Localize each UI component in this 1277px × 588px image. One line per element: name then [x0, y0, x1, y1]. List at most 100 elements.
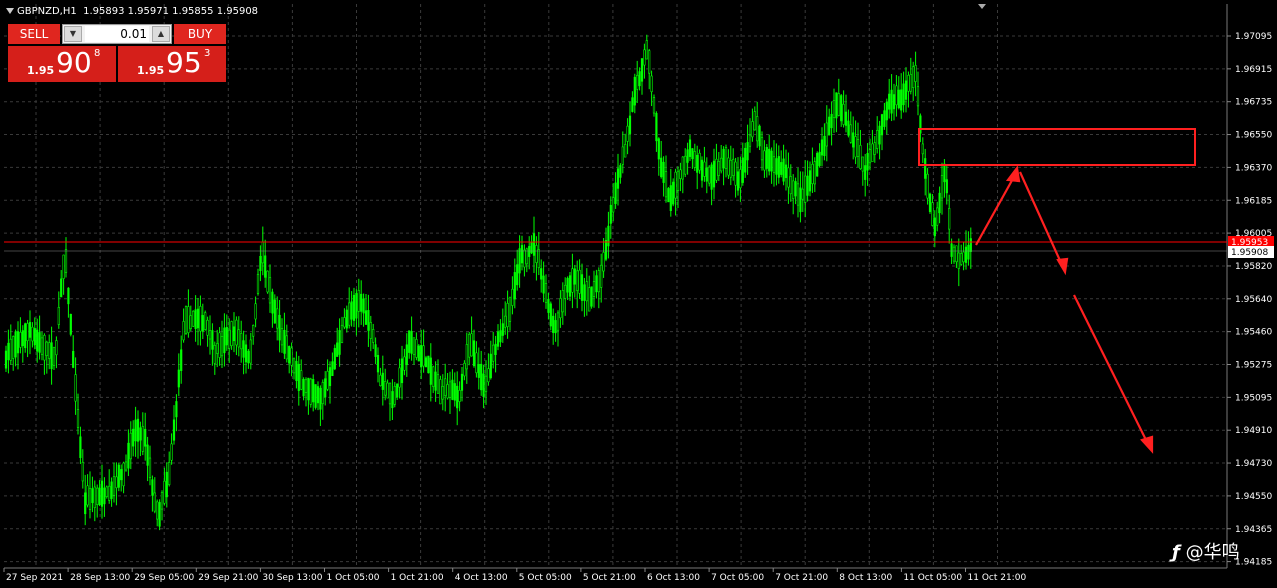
candle-body	[904, 80, 908, 100]
price-tick-label: 1.94550	[1235, 492, 1272, 502]
candle-body	[391, 391, 394, 409]
candle-body	[136, 418, 140, 442]
candle-body	[799, 187, 802, 213]
candle-body	[388, 382, 392, 405]
candle-body	[403, 356, 406, 371]
candle-body	[669, 185, 672, 211]
candle-body	[684, 155, 687, 175]
candle-body	[520, 245, 524, 264]
candle-body	[674, 171, 677, 199]
candle-body	[936, 207, 939, 226]
sell-quote-button[interactable]: 1.95 90 8	[8, 46, 116, 82]
sell-quote-pips: 90	[56, 46, 92, 79]
price-tick-label: 1.94365	[1235, 525, 1272, 535]
candle-body	[547, 298, 550, 313]
candle-body	[144, 428, 147, 447]
time-tick-label: 29 Sep 05:00	[134, 573, 194, 583]
candle-body	[820, 139, 824, 156]
candle-body	[676, 170, 680, 191]
candle-body	[43, 335, 46, 361]
buy-quote-button[interactable]: 1.95 95 3	[118, 46, 226, 82]
candle-body	[633, 76, 636, 106]
buy-quote-pips: 95	[166, 46, 202, 79]
candle-body	[823, 135, 826, 157]
candle-body	[952, 246, 956, 262]
price-tick-label: 1.96185	[1235, 196, 1272, 206]
current-price-label: 1.95908	[1231, 248, 1268, 258]
candle-body	[204, 312, 207, 330]
candle-body	[460, 373, 464, 391]
candle-body	[758, 125, 761, 147]
candle-body	[871, 143, 874, 162]
candle-body	[559, 298, 562, 319]
candle-body	[122, 462, 125, 487]
candle-body	[768, 148, 771, 172]
candle-body	[369, 322, 372, 339]
candle-body	[595, 275, 598, 293]
candle-body	[681, 156, 684, 180]
candle-body	[405, 344, 408, 366]
lot-increase-button[interactable]: ▲	[152, 26, 170, 42]
candle-body	[566, 277, 569, 293]
time-tick-label: 7 Oct 21:00	[775, 573, 828, 583]
candle-body	[24, 323, 27, 349]
candle-body	[830, 113, 833, 129]
time-tick-label: 27 Sep 2021	[6, 573, 63, 583]
candle-body	[590, 286, 593, 307]
candle-body	[472, 340, 476, 367]
buy-button[interactable]: BUY	[174, 24, 226, 44]
candle-body	[775, 158, 778, 175]
candle-body	[501, 323, 504, 336]
candle-body	[7, 342, 10, 361]
candle-body	[732, 158, 735, 176]
candle-body	[588, 287, 591, 312]
candle-body	[924, 158, 927, 179]
lot-size-input[interactable]	[85, 26, 149, 42]
candle-body	[153, 492, 156, 512]
candle-body	[244, 344, 248, 363]
candle-body	[163, 480, 166, 504]
price-tick-label: 1.95275	[1235, 361, 1272, 371]
candle-body	[50, 342, 53, 370]
candle-body	[432, 366, 435, 387]
candle-body	[60, 278, 63, 298]
sell-button[interactable]: SELL	[8, 24, 60, 44]
candle-body	[165, 471, 168, 498]
candle-body	[561, 290, 564, 313]
candle-body	[796, 183, 800, 206]
candle-body	[67, 287, 70, 305]
candle-body	[220, 336, 224, 357]
candle-body	[912, 66, 915, 88]
candle-body	[631, 97, 634, 112]
candle-body	[616, 168, 620, 189]
candle-body	[621, 146, 624, 165]
candle-body	[400, 358, 404, 384]
candle-body	[722, 148, 725, 169]
candle-body	[744, 147, 747, 173]
candle-body	[602, 252, 605, 272]
candle-body	[355, 293, 358, 319]
candle-body	[436, 374, 440, 394]
lot-decrease-button[interactable]: ▼	[64, 26, 82, 42]
candle-body	[117, 464, 120, 488]
candle-body	[888, 93, 891, 110]
candle-body	[808, 170, 812, 192]
candle-body	[232, 326, 236, 342]
candle-body	[756, 116, 759, 142]
candle-body	[703, 161, 706, 177]
price-chart[interactable]: 1.97095 1.96915 1.96735 1.96550 1.96370 1.961…	[0, 0, 1277, 588]
candle-body	[417, 345, 420, 362]
candle-body	[964, 246, 968, 263]
candle-body	[458, 390, 461, 402]
lot-size-stepper[interactable]: ▼ ▲	[62, 24, 172, 44]
price-tick-label: 1.96915	[1235, 65, 1272, 75]
candle-body	[384, 381, 387, 396]
candle-body	[451, 379, 454, 400]
candle-body	[880, 114, 884, 136]
candle-body	[928, 193, 932, 212]
candle-body	[537, 249, 540, 268]
candle-body	[645, 40, 648, 60]
chart-menu-icon[interactable]	[6, 8, 14, 14]
candle-body	[295, 360, 298, 381]
candle-body	[259, 255, 262, 271]
